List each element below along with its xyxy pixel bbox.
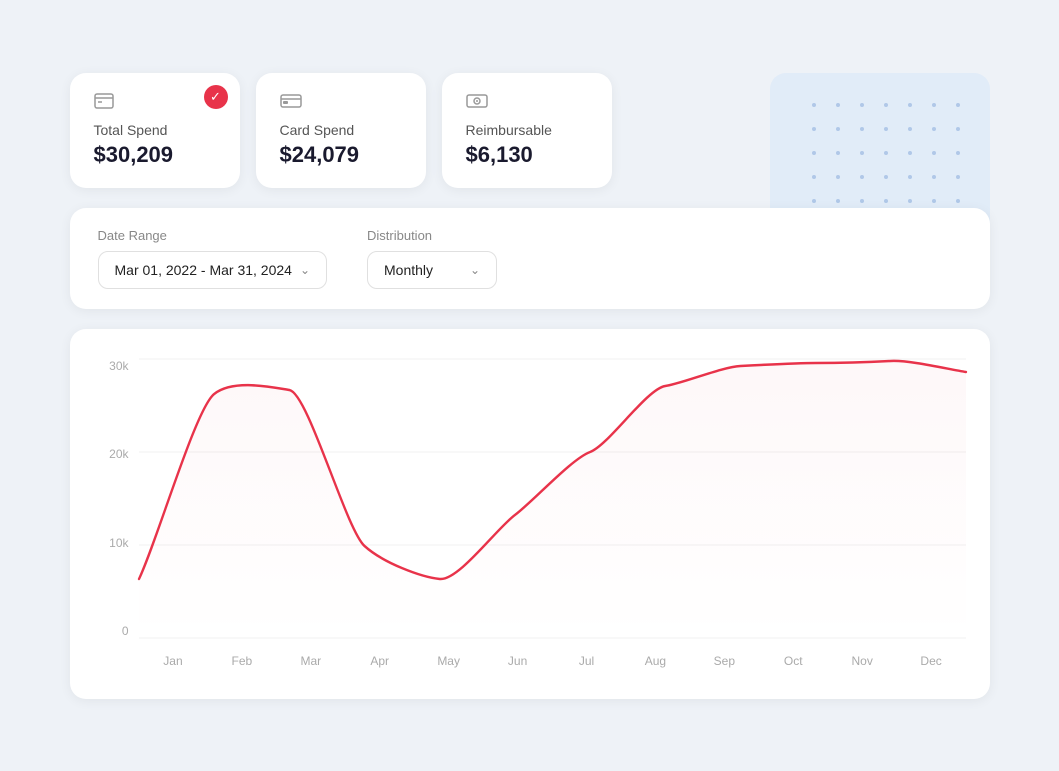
check-icon: ✓ [210, 89, 221, 105]
date-range-chevron-icon: ⌄ [300, 263, 310, 277]
date-range-value: Mar 01, 2022 - Mar 31, 2024 [115, 262, 292, 278]
date-range-select[interactable]: Mar 01, 2022 - Mar 31, 2024 ⌄ [98, 251, 328, 289]
date-range-label: Date Range [98, 228, 328, 243]
card-spend-label: Card Spend [280, 122, 402, 138]
chart-inner [139, 359, 966, 639]
main-container: ✓ Total Spend $30,209 Card Spend [40, 43, 1020, 729]
total-spend-card: ✓ Total Spend $30,209 [70, 73, 240, 188]
x-axis: Jan Feb Mar Apr May Jun Jul Aug Sep Oct … [139, 643, 966, 679]
card-spend-card: Card Spend $24,079 [256, 73, 426, 188]
reimbursable-value: $6,130 [466, 142, 588, 168]
reimbursable-label: Reimbursable [466, 122, 588, 138]
x-label-jun: Jun [483, 654, 552, 668]
total-spend-label: Total Spend [94, 122, 216, 138]
x-label-nov: Nov [828, 654, 897, 668]
distribution-chevron-icon: ⌄ [470, 263, 480, 277]
chart-panel: 0 10k 20k 30k [70, 329, 990, 699]
distribution-group: Distribution Monthly ⌄ [367, 228, 497, 289]
x-label-sep: Sep [690, 654, 759, 668]
total-spend-value: $30,209 [94, 142, 216, 168]
filters-panel: Date Range Mar 01, 2022 - Mar 31, 2024 ⌄… [70, 208, 990, 309]
card-spend-icon [280, 93, 402, 114]
reimbursable-icon [466, 93, 588, 114]
line-chart-svg [139, 359, 966, 639]
reimbursable-card: Reimbursable $6,130 [442, 73, 612, 188]
y-label-0: 0 [94, 624, 139, 638]
distribution-value: Monthly [384, 262, 433, 278]
x-label-may: May [414, 654, 483, 668]
total-spend-icon [94, 93, 216, 114]
y-label-30k: 30k [94, 359, 139, 373]
x-label-jan: Jan [139, 654, 208, 668]
y-label-10k: 10k [94, 536, 139, 550]
card-spend-value: $24,079 [280, 142, 402, 168]
date-range-group: Date Range Mar 01, 2022 - Mar 31, 2024 ⌄ [98, 228, 328, 289]
y-axis: 0 10k 20k 30k [94, 359, 139, 639]
x-label-feb: Feb [207, 654, 276, 668]
x-label-oct: Oct [759, 654, 828, 668]
x-label-apr: Apr [345, 654, 414, 668]
chart-area: 0 10k 20k 30k [94, 359, 966, 679]
y-label-20k: 20k [94, 447, 139, 461]
x-label-jul: Jul [552, 654, 621, 668]
distribution-select[interactable]: Monthly ⌄ [367, 251, 497, 289]
distribution-label: Distribution [367, 228, 497, 243]
x-label-mar: Mar [276, 654, 345, 668]
x-label-aug: Aug [621, 654, 690, 668]
x-label-dec: Dec [897, 654, 966, 668]
check-badge: ✓ [204, 85, 228, 109]
